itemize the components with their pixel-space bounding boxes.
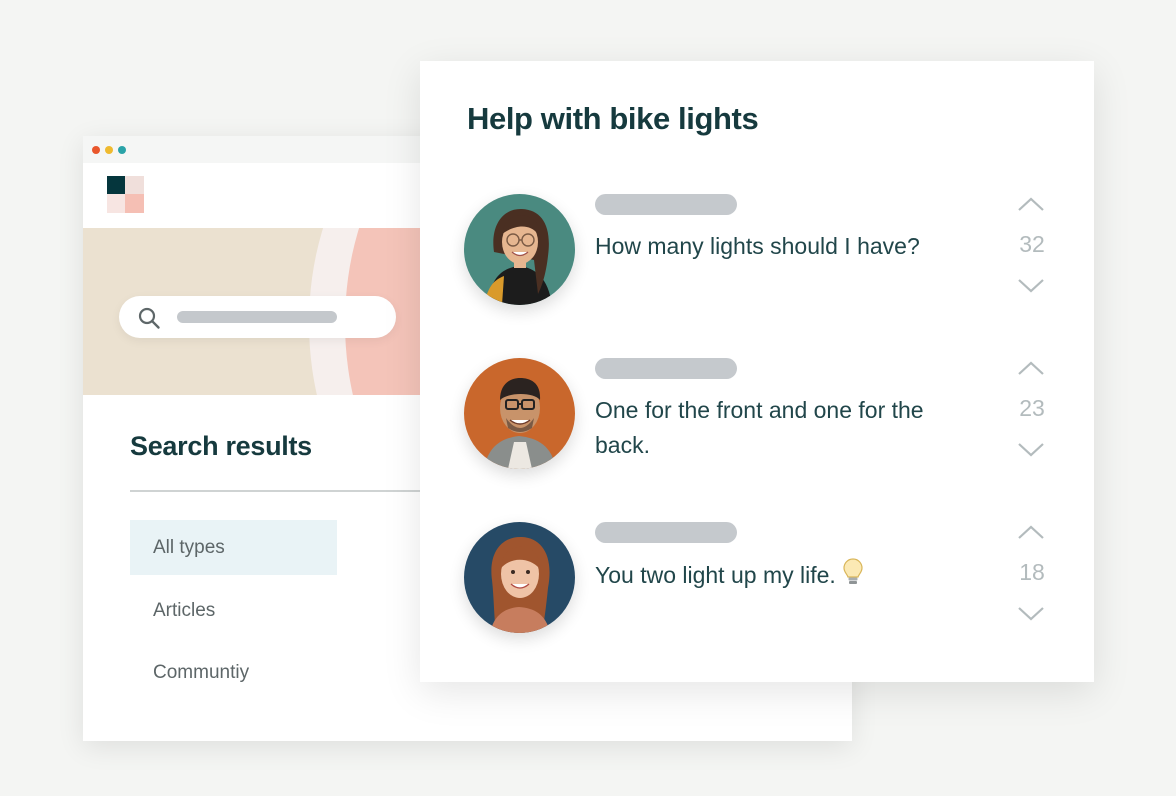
thread-post: One for the front and one for the back. … (420, 358, 1094, 478)
filter-community[interactable]: Communtiy (130, 645, 337, 700)
search-input[interactable] (119, 296, 396, 338)
lightbulb-icon (842, 557, 864, 597)
vote-count: 23 (1019, 395, 1045, 421)
upvote-chevron-up-icon[interactable] (1017, 196, 1045, 217)
upvote-chevron-up-icon[interactable] (1017, 360, 1045, 381)
post-text-content: You two light up my life. (595, 562, 836, 588)
minimize-window-dot[interactable] (105, 145, 113, 154)
filter-label: Articles (153, 599, 216, 621)
close-window-dot[interactable] (92, 145, 100, 154)
heading-divider (130, 490, 430, 492)
author-name-placeholder (595, 522, 737, 543)
thread-post: You two light up my life. 18 (420, 522, 1094, 642)
thread-card: Help with bike lights How many lights sh… (420, 61, 1094, 682)
downvote-chevron-down-icon[interactable] (1017, 606, 1045, 627)
downvote-chevron-down-icon[interactable] (1017, 278, 1045, 299)
author-name-placeholder (595, 358, 737, 379)
upvote-chevron-up-icon[interactable] (1017, 524, 1045, 545)
vote-count: 18 (1019, 559, 1045, 585)
brand-logo[interactable] (107, 176, 144, 213)
post-text: You two light up my life. (595, 557, 965, 597)
search-results-heading: Search results (130, 431, 312, 461)
avatar[interactable] (464, 358, 575, 469)
author-name-placeholder (595, 194, 737, 215)
filter-label: All types (153, 536, 225, 558)
maximize-window-dot[interactable] (118, 145, 126, 154)
thread-post: How many lights should I have? 32 (420, 194, 1094, 314)
filter-all-types[interactable]: All types (130, 520, 337, 575)
vote-count: 32 (1019, 231, 1045, 257)
search-icon (137, 306, 161, 335)
avatar[interactable] (464, 194, 575, 305)
avatar[interactable] (464, 522, 575, 633)
search-placeholder-bar (177, 311, 337, 323)
thread-title: Help with bike lights (467, 101, 759, 136)
post-text: One for the front and one for the back. (595, 397, 924, 458)
post-text: How many lights should I have? (595, 233, 920, 259)
filter-label: Communtiy (153, 661, 250, 683)
downvote-chevron-down-icon[interactable] (1017, 442, 1045, 463)
filter-articles[interactable]: Articles (130, 583, 337, 638)
